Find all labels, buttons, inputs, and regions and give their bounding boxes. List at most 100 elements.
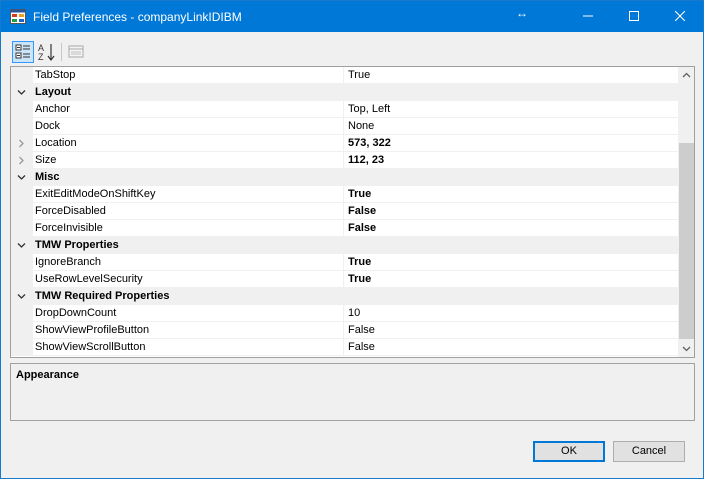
help-title: Appearance	[16, 369, 79, 381]
category-row[interactable]: TMW Required Properties	[11, 288, 678, 305]
chevron-down-icon[interactable]	[16, 240, 27, 251]
row-margin	[11, 254, 33, 271]
scroll-thumb[interactable]	[679, 143, 694, 339]
row-margin	[11, 101, 33, 118]
property-value[interactable]: False	[348, 205, 376, 217]
chevron-down-icon	[682, 346, 691, 352]
minimize-button[interactable]	[565, 1, 611, 32]
property-row[interactable]: DropDownCount 10	[11, 305, 678, 322]
property-pages-button[interactable]	[65, 41, 87, 63]
property-name: Anchor	[35, 103, 70, 115]
row-margin	[11, 186, 33, 203]
column-divider	[343, 322, 344, 339]
property-name: TabStop	[35, 69, 76, 81]
column-divider	[343, 339, 344, 356]
property-name: Location	[35, 137, 77, 149]
property-row[interactable]: ForceInvisible False	[11, 220, 678, 237]
property-value[interactable]: True	[348, 273, 371, 285]
maximize-button[interactable]	[611, 1, 657, 32]
ok-button[interactable]: OK	[533, 441, 605, 462]
column-divider	[343, 254, 344, 271]
property-row[interactable]: ExitEditModeOnShiftKey True	[11, 186, 678, 203]
column-divider	[343, 101, 344, 118]
property-value[interactable]: Top, Left	[348, 103, 390, 115]
category-label: Misc	[35, 171, 60, 183]
chevron-down-icon[interactable]	[16, 291, 27, 302]
row-margin	[11, 339, 33, 356]
scroll-up-button[interactable]	[678, 67, 694, 84]
column-divider	[343, 305, 344, 322]
column-divider	[343, 271, 344, 288]
property-value[interactable]: False	[348, 341, 375, 353]
category-row[interactable]: TMW Properties	[11, 237, 678, 254]
column-divider	[343, 203, 344, 220]
property-value[interactable]: True	[348, 188, 371, 200]
chevron-up-icon	[682, 72, 691, 78]
property-row[interactable]: Dock None	[11, 118, 678, 135]
property-value[interactable]: False	[348, 222, 376, 234]
row-margin	[11, 305, 33, 322]
property-value[interactable]: 573, 322	[348, 137, 391, 149]
app-icon	[10, 9, 26, 24]
chevron-right-icon[interactable]	[16, 155, 27, 166]
column-divider	[343, 135, 344, 152]
property-value[interactable]: 10	[348, 307, 360, 319]
property-row[interactable]: Anchor Top, Left	[11, 101, 678, 118]
property-row[interactable]: Size 112, 23	[11, 152, 678, 169]
minimize-icon	[583, 15, 593, 17]
property-row[interactable]: ShowViewScrollButton False	[11, 339, 678, 356]
help-panel: Appearance	[10, 363, 695, 421]
toolbar-separator	[61, 43, 62, 61]
resize-cursor-icon: ↔	[516, 6, 528, 20]
property-row[interactable]: ForceDisabled False	[11, 203, 678, 220]
property-name: UseRowLevelSecurity	[35, 273, 143, 285]
scroll-down-button[interactable]	[678, 340, 694, 357]
categorized-icon	[15, 44, 30, 59]
close-button[interactable]	[657, 1, 703, 32]
column-divider	[343, 220, 344, 237]
category-row[interactable]: Misc	[11, 169, 678, 186]
property-value[interactable]: 112, 23	[348, 154, 384, 166]
property-grid-rows: TabStop True Layout Anchor Top, Left Dock None…	[11, 67, 678, 356]
column-divider	[343, 152, 344, 169]
row-margin	[11, 220, 33, 237]
property-value[interactable]: True	[348, 256, 371, 268]
property-name: IgnoreBranch	[35, 256, 102, 268]
property-name: ShowViewScrollButton	[35, 341, 146, 353]
property-grid-toolbar: A Z	[10, 41, 690, 65]
categorized-button[interactable]	[12, 41, 34, 63]
chevron-down-icon[interactable]	[16, 172, 27, 183]
property-row[interactable]: Location 573, 322	[11, 135, 678, 152]
chevron-right-icon[interactable]	[16, 138, 27, 149]
category-label: TMW Required Properties	[35, 290, 170, 302]
field-preferences-window: Field Preferences - companyLinkIDIBM ↔ A…	[0, 0, 704, 479]
row-margin	[11, 203, 33, 220]
category-label: TMW Properties	[35, 239, 119, 251]
property-value[interactable]: True	[348, 69, 370, 81]
window-title: Field Preferences - companyLinkIDIBM	[33, 10, 242, 24]
column-divider	[343, 67, 344, 84]
property-row[interactable]: IgnoreBranch True	[11, 254, 678, 271]
property-grid[interactable]: TabStop True Layout Anchor Top, Left Dock None…	[10, 66, 695, 358]
svg-text:Z: Z	[38, 52, 44, 62]
row-margin	[11, 271, 33, 288]
vertical-scrollbar[interactable]	[678, 67, 694, 357]
maximize-icon	[629, 11, 639, 21]
category-row[interactable]: Layout	[11, 84, 678, 101]
property-value[interactable]: None	[348, 120, 374, 132]
title-bar[interactable]: Field Preferences - companyLinkIDIBM ↔	[1, 1, 703, 32]
alphabetical-button[interactable]: A Z	[36, 41, 58, 63]
close-icon	[675, 11, 685, 21]
property-name: ShowViewProfileButton	[35, 324, 150, 336]
property-row[interactable]: UseRowLevelSecurity True	[11, 271, 678, 288]
row-margin	[11, 322, 33, 339]
property-name: Dock	[35, 120, 61, 132]
property-name: ExitEditModeOnShiftKey	[35, 188, 156, 200]
cancel-button[interactable]: Cancel	[613, 441, 685, 462]
property-row[interactable]: ShowViewProfileButton False	[11, 322, 678, 339]
property-name: ForceInvisible	[35, 222, 103, 234]
property-value[interactable]: False	[348, 324, 375, 336]
property-row[interactable]: TabStop True	[11, 67, 678, 84]
chevron-down-icon[interactable]	[16, 87, 27, 98]
row-margin	[11, 67, 33, 84]
